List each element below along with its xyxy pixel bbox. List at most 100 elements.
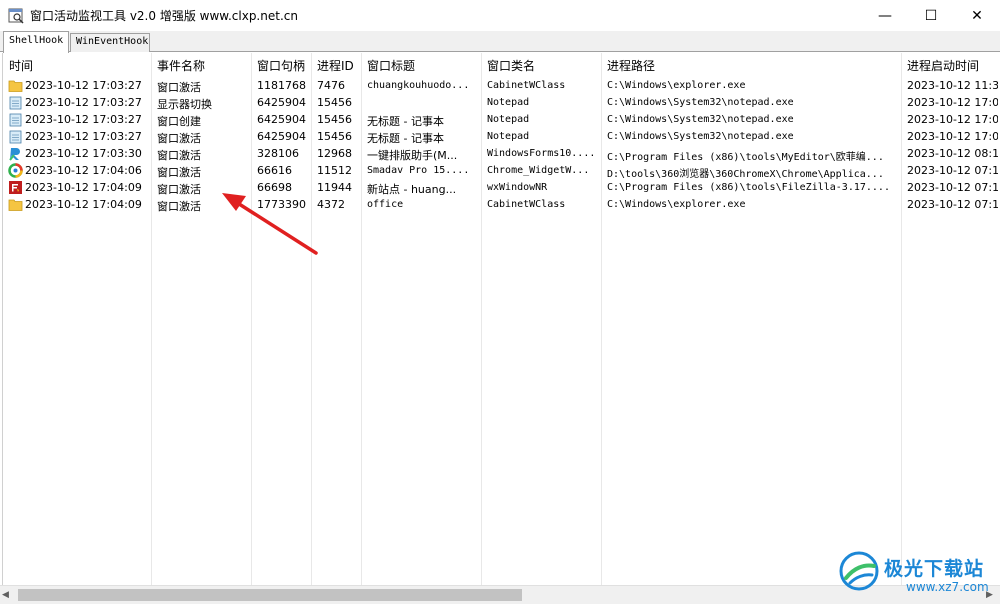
filezilla-icon: [9, 181, 22, 194]
cell-path: C:\Windows\explorer.exe: [607, 80, 746, 91]
cell-path: C:\Program Files (x86)\tools\FileZilla-3…: [607, 182, 890, 193]
cell-class: CabinetWClass: [487, 199, 566, 210]
table-row[interactable]: 2023-10-12 17:03:27 窗口激活 1181768 7476 ch…: [3, 77, 998, 94]
cell-handle: 66698: [257, 181, 292, 194]
cell-start-time: 2023-10-12 11:3: [907, 79, 998, 92]
cell-class: Chrome_WidgetW...: [487, 165, 590, 176]
table-row[interactable]: 2023-10-12 17:03:27 显示器切换 6425904 15456 …: [3, 94, 998, 111]
cell-event: 窗口激活: [157, 200, 201, 213]
cell-pid: 7476: [317, 79, 345, 92]
cell-handle: 1773390: [257, 198, 306, 211]
cell-start-time: 2023-10-12 17:0: [907, 130, 998, 143]
cell-path: C:\Program Files (x86)\tools\MyEditor\欧菲…: [607, 152, 884, 163]
notepad-icon: [9, 96, 22, 110]
cell-event: 窗口激活: [157, 81, 201, 94]
editor-r-icon: [9, 148, 20, 161]
cell-path: C:\Windows\System32\notepad.exe: [607, 114, 794, 125]
close-button[interactable]: ✕: [954, 0, 1000, 31]
aurora-logo-icon: [839, 551, 879, 591]
scrollbar-thumb[interactable]: [18, 589, 522, 601]
cell-event: 窗口激活: [157, 149, 201, 162]
cell-pid: 11944: [317, 181, 352, 194]
notepad-icon: [9, 113, 22, 127]
watermark: 极光下载站 www.xz7.com: [838, 548, 998, 598]
column-header-title[interactable]: 窗口标题: [367, 57, 415, 74]
cell-event: 窗口激活: [157, 166, 201, 179]
table-row[interactable]: 2023-10-12 17:03:30 窗口激活 328106 12968 一键…: [3, 145, 998, 163]
cell-time: 2023-10-12 17:04:06: [25, 164, 142, 177]
cell-handle: 6425904: [257, 96, 306, 109]
cell-time: 2023-10-12 17:03:27: [25, 130, 142, 143]
cell-class: Notepad: [487, 97, 530, 108]
cell-handle: 1181768: [257, 79, 306, 92]
cell-title: 新站点 - huang...: [367, 183, 457, 196]
notepad-icon: [9, 130, 22, 144]
cell-path: D:\tools\360浏览器\360ChromeX\Chrome\Applic…: [607, 169, 884, 180]
tab-wineventhook[interactable]: WinEventHook: [70, 33, 150, 52]
cell-title: 无标题 - 记事本: [367, 115, 444, 128]
event-list[interactable]: 时间 事件名称 窗口句柄 进程ID 窗口标题 窗口类名 进程路径 进程启动时间 …: [2, 53, 998, 585]
cell-pid: 4372: [317, 198, 345, 211]
window-title: 窗口活动监视工具 v2.0 增强版 www.clxp.net.cn: [30, 9, 298, 23]
cell-time: 2023-10-12 17:03:27: [25, 96, 142, 109]
cell-class: CabinetWClass: [487, 80, 566, 91]
title-bar: 窗口活动监视工具 v2.0 增强版 www.clxp.net.cn — ☐ ✕: [0, 0, 1000, 31]
cell-path: C:\Windows\System32\notepad.exe: [607, 131, 794, 142]
cell-title: chuangkouhuodo...: [367, 80, 470, 91]
cell-event: 显示器切换: [157, 98, 212, 111]
column-header-start-time[interactable]: 进程启动时间: [907, 57, 979, 74]
cell-time: 2023-10-12 17:03:27: [25, 113, 142, 126]
cell-start-time: 2023-10-12 17:0: [907, 96, 998, 109]
table-row[interactable]: 2023-10-12 17:03:27 窗口创建 6425904 15456 无…: [3, 111, 998, 128]
browser-360-icon: [8, 163, 23, 178]
cell-event: 窗口激活: [157, 183, 201, 196]
column-header-class[interactable]: 窗口类名: [487, 57, 535, 74]
cell-pid: 11512: [317, 164, 352, 177]
cell-title: office: [367, 199, 404, 210]
cell-class: Notepad: [487, 114, 530, 125]
cell-handle: 66616: [257, 164, 292, 177]
cell-path: C:\Windows\explorer.exe: [607, 199, 746, 210]
cell-start-time: 2023-10-12 07:1: [907, 164, 998, 177]
cell-start-time: 2023-10-12 07:1: [907, 181, 998, 194]
cell-title: Smadav Pro 15....: [367, 165, 470, 176]
cell-time: 2023-10-12 17:03:30: [25, 147, 142, 160]
cell-handle: 6425904: [257, 113, 306, 126]
watermark-url: www.xz7.com: [906, 580, 989, 594]
cell-title: 无标题 - 记事本: [367, 132, 444, 145]
column-header-path[interactable]: 进程路径: [607, 57, 655, 74]
scroll-left-arrow-icon[interactable]: ◀: [2, 590, 9, 600]
column-header-pid[interactable]: 进程ID: [317, 57, 354, 74]
cell-class: wxWindowNR: [487, 182, 548, 193]
table-row[interactable]: 2023-10-12 17:04:06 窗口激活 66616 11512 Sma…: [3, 162, 998, 180]
cell-pid: 15456: [317, 113, 352, 126]
cell-start-time: 2023-10-12 08:1: [907, 147, 998, 160]
cell-handle: 328106: [257, 147, 299, 160]
column-header-time[interactable]: 时间: [9, 57, 33, 74]
cell-pid: 15456: [317, 130, 352, 143]
cell-handle: 6425904: [257, 130, 306, 143]
folder-icon: [8, 199, 23, 211]
maximize-button[interactable]: ☐: [908, 0, 954, 31]
cell-time: 2023-10-12 17:04:09: [25, 181, 142, 194]
tab-shellhook[interactable]: ShellHook: [3, 31, 69, 53]
table-row[interactable]: 2023-10-12 17:04:09 窗口激活 66698 11944 新站点…: [3, 179, 998, 196]
cell-event: 窗口创建: [157, 115, 201, 128]
table-row[interactable]: 2023-10-12 17:04:09 窗口激活 1773390 4372 of…: [3, 196, 998, 213]
folder-icon: [8, 80, 23, 92]
cell-class: Notepad: [487, 131, 530, 142]
minimize-button[interactable]: —: [862, 0, 908, 31]
table-row[interactable]: 2023-10-12 17:03:27 窗口激活 6425904 15456 无…: [3, 128, 998, 145]
cell-pid: 12968: [317, 147, 352, 160]
cell-event: 窗口激活: [157, 132, 201, 145]
column-header-handle[interactable]: 窗口句柄: [257, 57, 305, 74]
cell-time: 2023-10-12 17:04:09: [25, 198, 142, 211]
cell-title: 一键排版助手(M...: [367, 149, 458, 162]
watermark-text: 极光下载站: [884, 558, 985, 580]
cell-start-time: 2023-10-12 07:1: [907, 198, 998, 211]
tab-strip: ShellHook WinEventHook: [0, 31, 1000, 53]
magnifier-window-icon: [8, 8, 24, 24]
cell-pid: 15456: [317, 96, 352, 109]
cell-start-time: 2023-10-12 17:0: [907, 113, 998, 126]
column-header-event[interactable]: 事件名称: [157, 57, 205, 74]
